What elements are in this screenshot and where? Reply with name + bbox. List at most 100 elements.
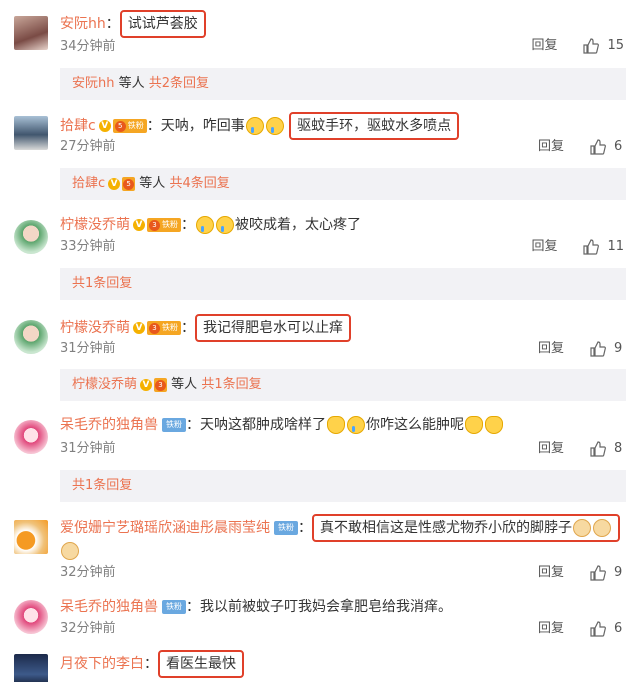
comment-actions: 回复 6	[538, 620, 624, 638]
comment-actions: 回复 15	[531, 37, 624, 55]
crying-emoji-icon	[196, 216, 214, 234]
view-replies-link[interactable]: 共4条回复	[169, 176, 229, 191]
timestamp: 32分钟前	[60, 565, 116, 580]
reply-button[interactable]: 回复	[538, 564, 564, 582]
fan-badge: 3	[154, 377, 168, 392]
avatar[interactable]	[14, 320, 48, 354]
verified-badge: V	[133, 322, 145, 334]
timestamp: 33分钟前	[60, 239, 116, 254]
thumbs-up-icon[interactable]	[590, 441, 606, 457]
reply-button[interactable]: 回复	[538, 620, 564, 638]
reply-button[interactable]: 回复	[531, 37, 557, 55]
comment-line: 柠檬没乔萌 V 3 铁粉：被咬成着，太心疼了	[60, 216, 361, 234]
avatar[interactable]	[14, 420, 48, 454]
timestamp: 31分钟前	[60, 441, 116, 456]
reply-button[interactable]: 回复	[531, 238, 557, 256]
verified-badge: V	[98, 120, 111, 132]
shocked-emoji-icon	[465, 416, 483, 434]
comment-line: 呆毛乔的独角兽 铁粉 ：我以前被蚊子叮我妈会拿肥皂给我消痒。	[60, 599, 452, 615]
timestamp: 34分钟前	[60, 39, 116, 54]
reply-summary[interactable]: 拾肆c V 5 等人 共4条回复	[60, 168, 626, 200]
crying-emoji-icon	[265, 117, 284, 135]
username[interactable]: 安阮hh	[60, 16, 106, 32]
username[interactable]: 拾肆c	[60, 118, 96, 134]
thumbs-up-icon[interactable]	[590, 341, 606, 357]
comment-line: 月夜下的李白： 看医生最快	[60, 650, 244, 678]
reply-summary[interactable]: 共1条回复	[60, 268, 626, 300]
reply-summary[interactable]: 共1条回复	[60, 470, 626, 502]
avatar[interactable]	[14, 520, 48, 554]
verified-badge: V	[140, 378, 153, 391]
comment-line: 呆毛乔的独角兽 铁粉 ：天呐这都肿成啥样了 你咋这么能肿呢	[60, 414, 504, 436]
comment-item: 柠檬没乔萌 V 3 铁粉：被咬成着，太心疼了 33分钟前 回复 11	[0, 206, 640, 266]
view-replies-link[interactable]: 共2条回复	[149, 76, 209, 91]
comment-item: 呆毛乔的独角兽 铁粉 ：天呐这都肿成啥样了 你咋这么能肿呢 31分钟前 回复 8	[0, 408, 640, 464]
reply-button[interactable]: 回复	[538, 138, 564, 156]
username[interactable]: 柠檬没乔萌	[60, 320, 130, 336]
comment-item: 爱倪姗宁艺璐瑶欣涵迪彤晨雨莹纯 铁粉：真不敢相信这是性感尤物乔小欣的脚脖子 32分…	[0, 508, 640, 588]
like-count: 6	[614, 621, 623, 636]
like-count: 9	[614, 341, 623, 356]
comment-line-continued	[60, 540, 80, 562]
reply-summary[interactable]: 安阮hh 等人 共2条回复	[60, 68, 626, 100]
avatar[interactable]	[14, 600, 48, 634]
username[interactable]: 柠檬没乔萌	[60, 217, 130, 233]
view-replies-link[interactable]: 共1条回复	[72, 478, 132, 493]
like-count: 9	[614, 565, 623, 580]
fan-badge: 3 铁粉	[147, 218, 181, 232]
username[interactable]: 月夜下的李白	[60, 656, 144, 672]
highlighted-comment-text: 试试芦荟胶	[119, 10, 206, 38]
dog-emoji-icon	[593, 519, 611, 537]
thumbs-up-icon[interactable]	[590, 565, 606, 581]
like-count: 11	[607, 239, 624, 254]
comment-actions: 回复 11	[531, 238, 624, 256]
shocked-emoji-icon	[327, 416, 345, 434]
reply-button[interactable]: 回复	[538, 340, 564, 358]
comment-actions: 回复 8	[538, 440, 624, 458]
comment-item: 安阮hh： 试试芦荟胶 34分钟前 回复 15	[0, 0, 640, 64]
thumbs-up-icon[interactable]	[590, 139, 606, 155]
crying-emoji-icon	[245, 117, 264, 135]
verified-badge: V	[108, 177, 121, 190]
timestamp: 27分钟前	[60, 139, 116, 154]
reply-button[interactable]: 回复	[538, 440, 564, 458]
avatar[interactable]	[14, 220, 48, 254]
reply-username[interactable]: 拾肆c	[72, 176, 105, 191]
comment-line: 拾肆c V 5 铁粉 ：天呐，咋回事 驱蚊手环，驱蚊水多喷点	[60, 112, 460, 140]
avatar[interactable]	[14, 116, 48, 150]
avatar[interactable]	[14, 654, 48, 682]
verified-badge: V	[133, 219, 145, 231]
username[interactable]: 爱倪姗宁艺璐瑶欣涵迪彤晨雨莹纯	[60, 520, 270, 536]
fan-badge: 铁粉	[162, 600, 186, 614]
thumbs-up-icon[interactable]	[583, 38, 600, 54]
avatar[interactable]	[14, 16, 48, 50]
comment-item: 柠檬没乔萌 V 3 铁粉：我记得肥皂水可以止痒 31分钟前 回复 9	[0, 306, 640, 366]
fan-badge: 铁粉	[274, 521, 298, 535]
highlighted-comment-text: 真不敢相信这是性感尤物乔小欣的脚脖子	[312, 514, 620, 542]
highlighted-comment-text: 驱蚊手环，驱蚊水多喷点	[289, 112, 460, 140]
comment-line: 爱倪姗宁艺璐瑶欣涵迪彤晨雨莹纯 铁粉：真不敢相信这是性感尤物乔小欣的脚脖子	[60, 514, 620, 542]
thumbs-up-icon[interactable]	[590, 621, 606, 637]
comment-item: 拾肆c V 5 铁粉 ：天呐，咋回事 驱蚊手环，驱蚊水多喷点 27分钟前 回复 6	[0, 104, 640, 160]
comment-item: 月夜下的李白： 看医生最快	[0, 646, 640, 682]
like-count: 6	[614, 139, 623, 154]
dog-emoji-icon	[573, 519, 591, 537]
fan-badge: 5	[122, 176, 136, 191]
reply-username[interactable]: 柠檬没乔萌	[72, 377, 137, 392]
dog-emoji-icon	[61, 542, 79, 560]
timestamp: 31分钟前	[60, 341, 116, 356]
reply-summary[interactable]: 柠檬没乔萌 V 3 等人 共1条回复	[60, 369, 626, 401]
thumbs-up-icon[interactable]	[583, 239, 600, 255]
reply-username[interactable]: 安阮hh	[72, 76, 114, 91]
highlighted-comment-text: 看医生最快	[158, 650, 244, 678]
view-replies-link[interactable]: 共1条回复	[201, 377, 261, 392]
view-replies-link[interactable]: 共1条回复	[72, 276, 132, 291]
crying-emoji-icon	[216, 216, 234, 234]
username[interactable]: 呆毛乔的独角兽	[60, 599, 158, 615]
shocked-emoji-icon	[485, 416, 503, 434]
like-count: 8	[614, 441, 623, 456]
comment-actions: 回复 9	[538, 340, 624, 358]
highlighted-comment-text: 我记得肥皂水可以止痒	[195, 314, 351, 342]
username[interactable]: 呆毛乔的独角兽	[60, 417, 158, 433]
comment-item: 呆毛乔的独角兽 铁粉 ：我以前被蚊子叮我妈会拿肥皂给我消痒。 32分钟前 回复 6	[0, 594, 640, 644]
